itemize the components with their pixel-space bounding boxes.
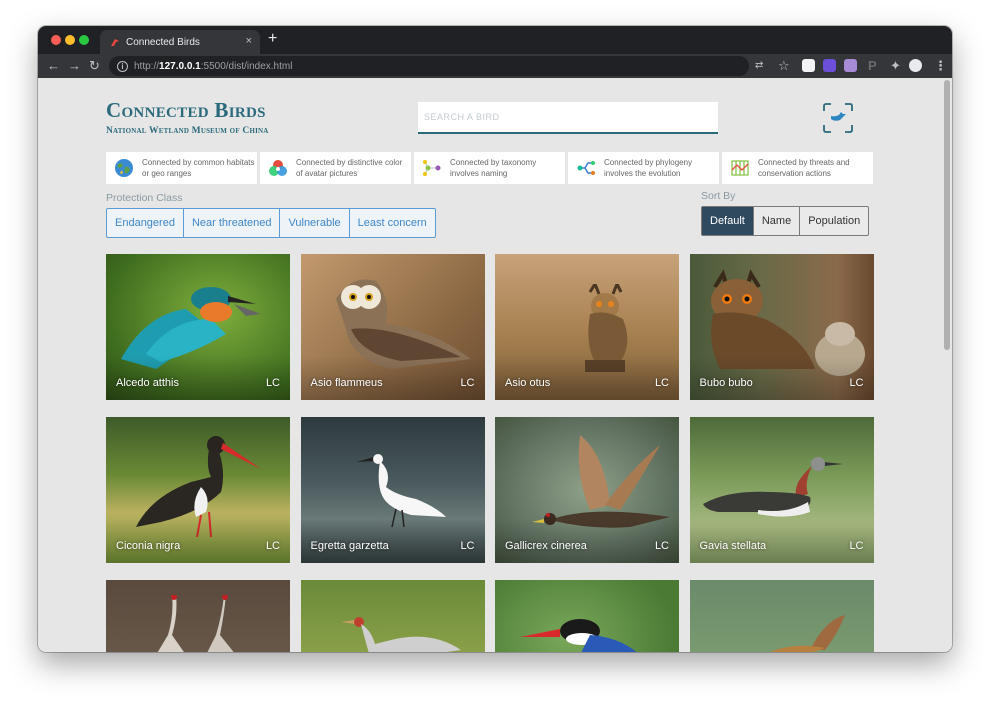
bird-card[interactable] [495, 580, 679, 652]
flying-bird-image [769, 615, 845, 652]
bird-card[interactable]: Gallicrex cinerea LC [495, 417, 679, 563]
filter-near-threatened-button[interactable]: Near threatened [184, 209, 281, 237]
bird-card[interactable]: Asio otus LC [495, 254, 679, 400]
bird-status-badge: LC [460, 540, 475, 552]
globe-icon [115, 159, 133, 177]
bird-card[interactable]: Ciconia nigra LC [106, 417, 290, 563]
bird-card[interactable] [300, 580, 485, 652]
sort-default-button[interactable]: Default [702, 207, 754, 235]
bird-name: Gallicrex cinerea [505, 540, 587, 552]
filter-threats[interactable]: Connected by threats and conservation ac… [722, 152, 873, 184]
protection-class-label: Protection Class [106, 192, 183, 204]
bird-status-badge: LC [265, 377, 280, 389]
browser-toolbar: ← → ↻ i http://127.0.0.1:5500/dist/index… [38, 54, 952, 78]
filter-endangered-button[interactable]: Endangered [107, 209, 184, 237]
bird-name: Bubo bubo [699, 377, 753, 389]
threats-icon [731, 160, 749, 176]
bird-grid: Alcedo atthis LC Asio flammeus LC Asio o… [106, 254, 874, 652]
bird-name: Asio otus [505, 377, 551, 389]
reload-icon[interactable]: ↻ [89, 58, 100, 74]
taxonomy-icon [423, 160, 441, 176]
bird-name: Ciconia nigra [116, 540, 181, 552]
extension-p-icon[interactable]: P [868, 58, 877, 73]
bird-status-badge: LC [460, 377, 475, 389]
bird-card[interactable]: Egretta garzetta LC [300, 417, 485, 563]
close-window-button[interactable] [51, 35, 61, 45]
info-icon[interactable]: i [117, 60, 128, 72]
filter-vulnerable-button[interactable]: Vulnerable [280, 209, 350, 237]
bird-card[interactable]: Asio flammeus LC [300, 254, 485, 400]
protection-class-group: Endangered Near threatened Vulnerable Le… [106, 208, 436, 238]
site-title: Connected Birds [106, 98, 266, 122]
search-input[interactable] [418, 102, 718, 134]
bookmark-star-icon[interactable]: ☆ [778, 58, 790, 74]
extension-image-icon[interactable] [844, 59, 857, 72]
filter-phylogeny-label: Connected by phylogeny involves the evol… [604, 158, 693, 178]
red-throated-loon-image [702, 457, 843, 517]
tab-close-icon[interactable]: × [246, 35, 252, 47]
menu-kebab-icon[interactable]: ⋮ [934, 58, 947, 74]
url-host: 127.0.0.1 [159, 60, 201, 72]
bird-favicon-icon [111, 39, 119, 46]
filter-phylogeny[interactable]: Connected by phylogeny involves the evol… [568, 152, 719, 184]
sort-population-button[interactable]: Population [800, 207, 868, 235]
extensions-puzzle-icon[interactable]: ✦ [890, 58, 901, 74]
filter-color-label: Connected by distinctive color of avatar… [296, 158, 403, 178]
url-path: :5500/dist/index.html [200, 60, 293, 72]
address-bar[interactable]: i http://127.0.0.1:5500/dist/index.html [109, 56, 749, 76]
bird-card[interactable]: Bubo bubo LC [689, 254, 874, 400]
bird-name: Egretta garzetta [310, 540, 389, 552]
filter-threats-label: Connected by threats and conservation ac… [758, 158, 850, 178]
filter-habitat[interactable]: Connected by common habitats or geo rang… [106, 152, 257, 184]
crane-image [340, 617, 461, 652]
back-arrow-icon[interactable]: ← [47, 58, 60, 73]
tab-title: Connected Birds [126, 36, 200, 48]
forward-arrow-icon[interactable]: → [68, 58, 81, 73]
tab-bar: Connected Birds × + [38, 26, 952, 54]
scrollbar[interactable] [944, 80, 950, 350]
sort-by-label: Sort By [701, 190, 736, 202]
color-wheel-icon [269, 160, 287, 176]
bird-name: Alcedo atthis [116, 377, 179, 389]
filter-color[interactable]: Connected by distinctive color of avatar… [260, 152, 411, 184]
bird-status-badge: LC [654, 540, 669, 552]
sort-name-button[interactable]: Name [754, 207, 801, 235]
profile-avatar-icon[interactable] [909, 59, 922, 72]
cranes-image [157, 595, 234, 652]
white-throated-kingfisher-image [520, 619, 637, 652]
bird-card[interactable]: Gavia stellata LC [689, 417, 874, 563]
translate-icon[interactable]: ⇄ [755, 60, 763, 71]
bird-status-badge: LC [849, 377, 864, 389]
scan-bird-icon[interactable] [822, 102, 854, 134]
bird-status-badge: LC [265, 540, 280, 552]
bird-card[interactable] [106, 580, 290, 652]
bird-card[interactable] [689, 580, 874, 652]
maximize-window-button[interactable] [79, 35, 89, 45]
filter-habitat-label: Connected by common habitats or geo rang… [142, 158, 255, 178]
page-content: Connected Birds National Wetland Museum … [38, 78, 952, 652]
url-scheme: http:// [134, 60, 160, 72]
bird-card[interactable]: Alcedo atthis LC [106, 254, 290, 400]
site-subtitle: National Wetland Museum of China [106, 126, 269, 136]
minimize-window-button[interactable] [65, 35, 75, 45]
bird-status-badge: LC [654, 377, 669, 389]
sort-by-group: Default Name Population [701, 206, 870, 236]
filter-taxonomy-label: Connected by taxonomy involves naming [450, 158, 537, 178]
filter-least-concern-button[interactable]: Least concern [350, 209, 435, 237]
extension-purple-icon[interactable] [823, 59, 836, 72]
browser-tab[interactable]: Connected Birds × [100, 30, 260, 54]
bird-name: Gavia stellata [699, 540, 767, 552]
new-tab-button[interactable]: + [268, 30, 277, 48]
bird-name: Asio flammeus [310, 377, 383, 389]
connection-filters: Connected by common habitats or geo rang… [106, 152, 873, 184]
extension-book-icon[interactable] [802, 59, 815, 72]
browser-window: Connected Birds × + ← → ↻ i http://127.0… [38, 26, 952, 652]
bird-status-badge: LC [849, 540, 864, 552]
filter-taxonomy[interactable]: Connected by taxonomy involves naming [414, 152, 565, 184]
phylogeny-icon [577, 161, 595, 175]
